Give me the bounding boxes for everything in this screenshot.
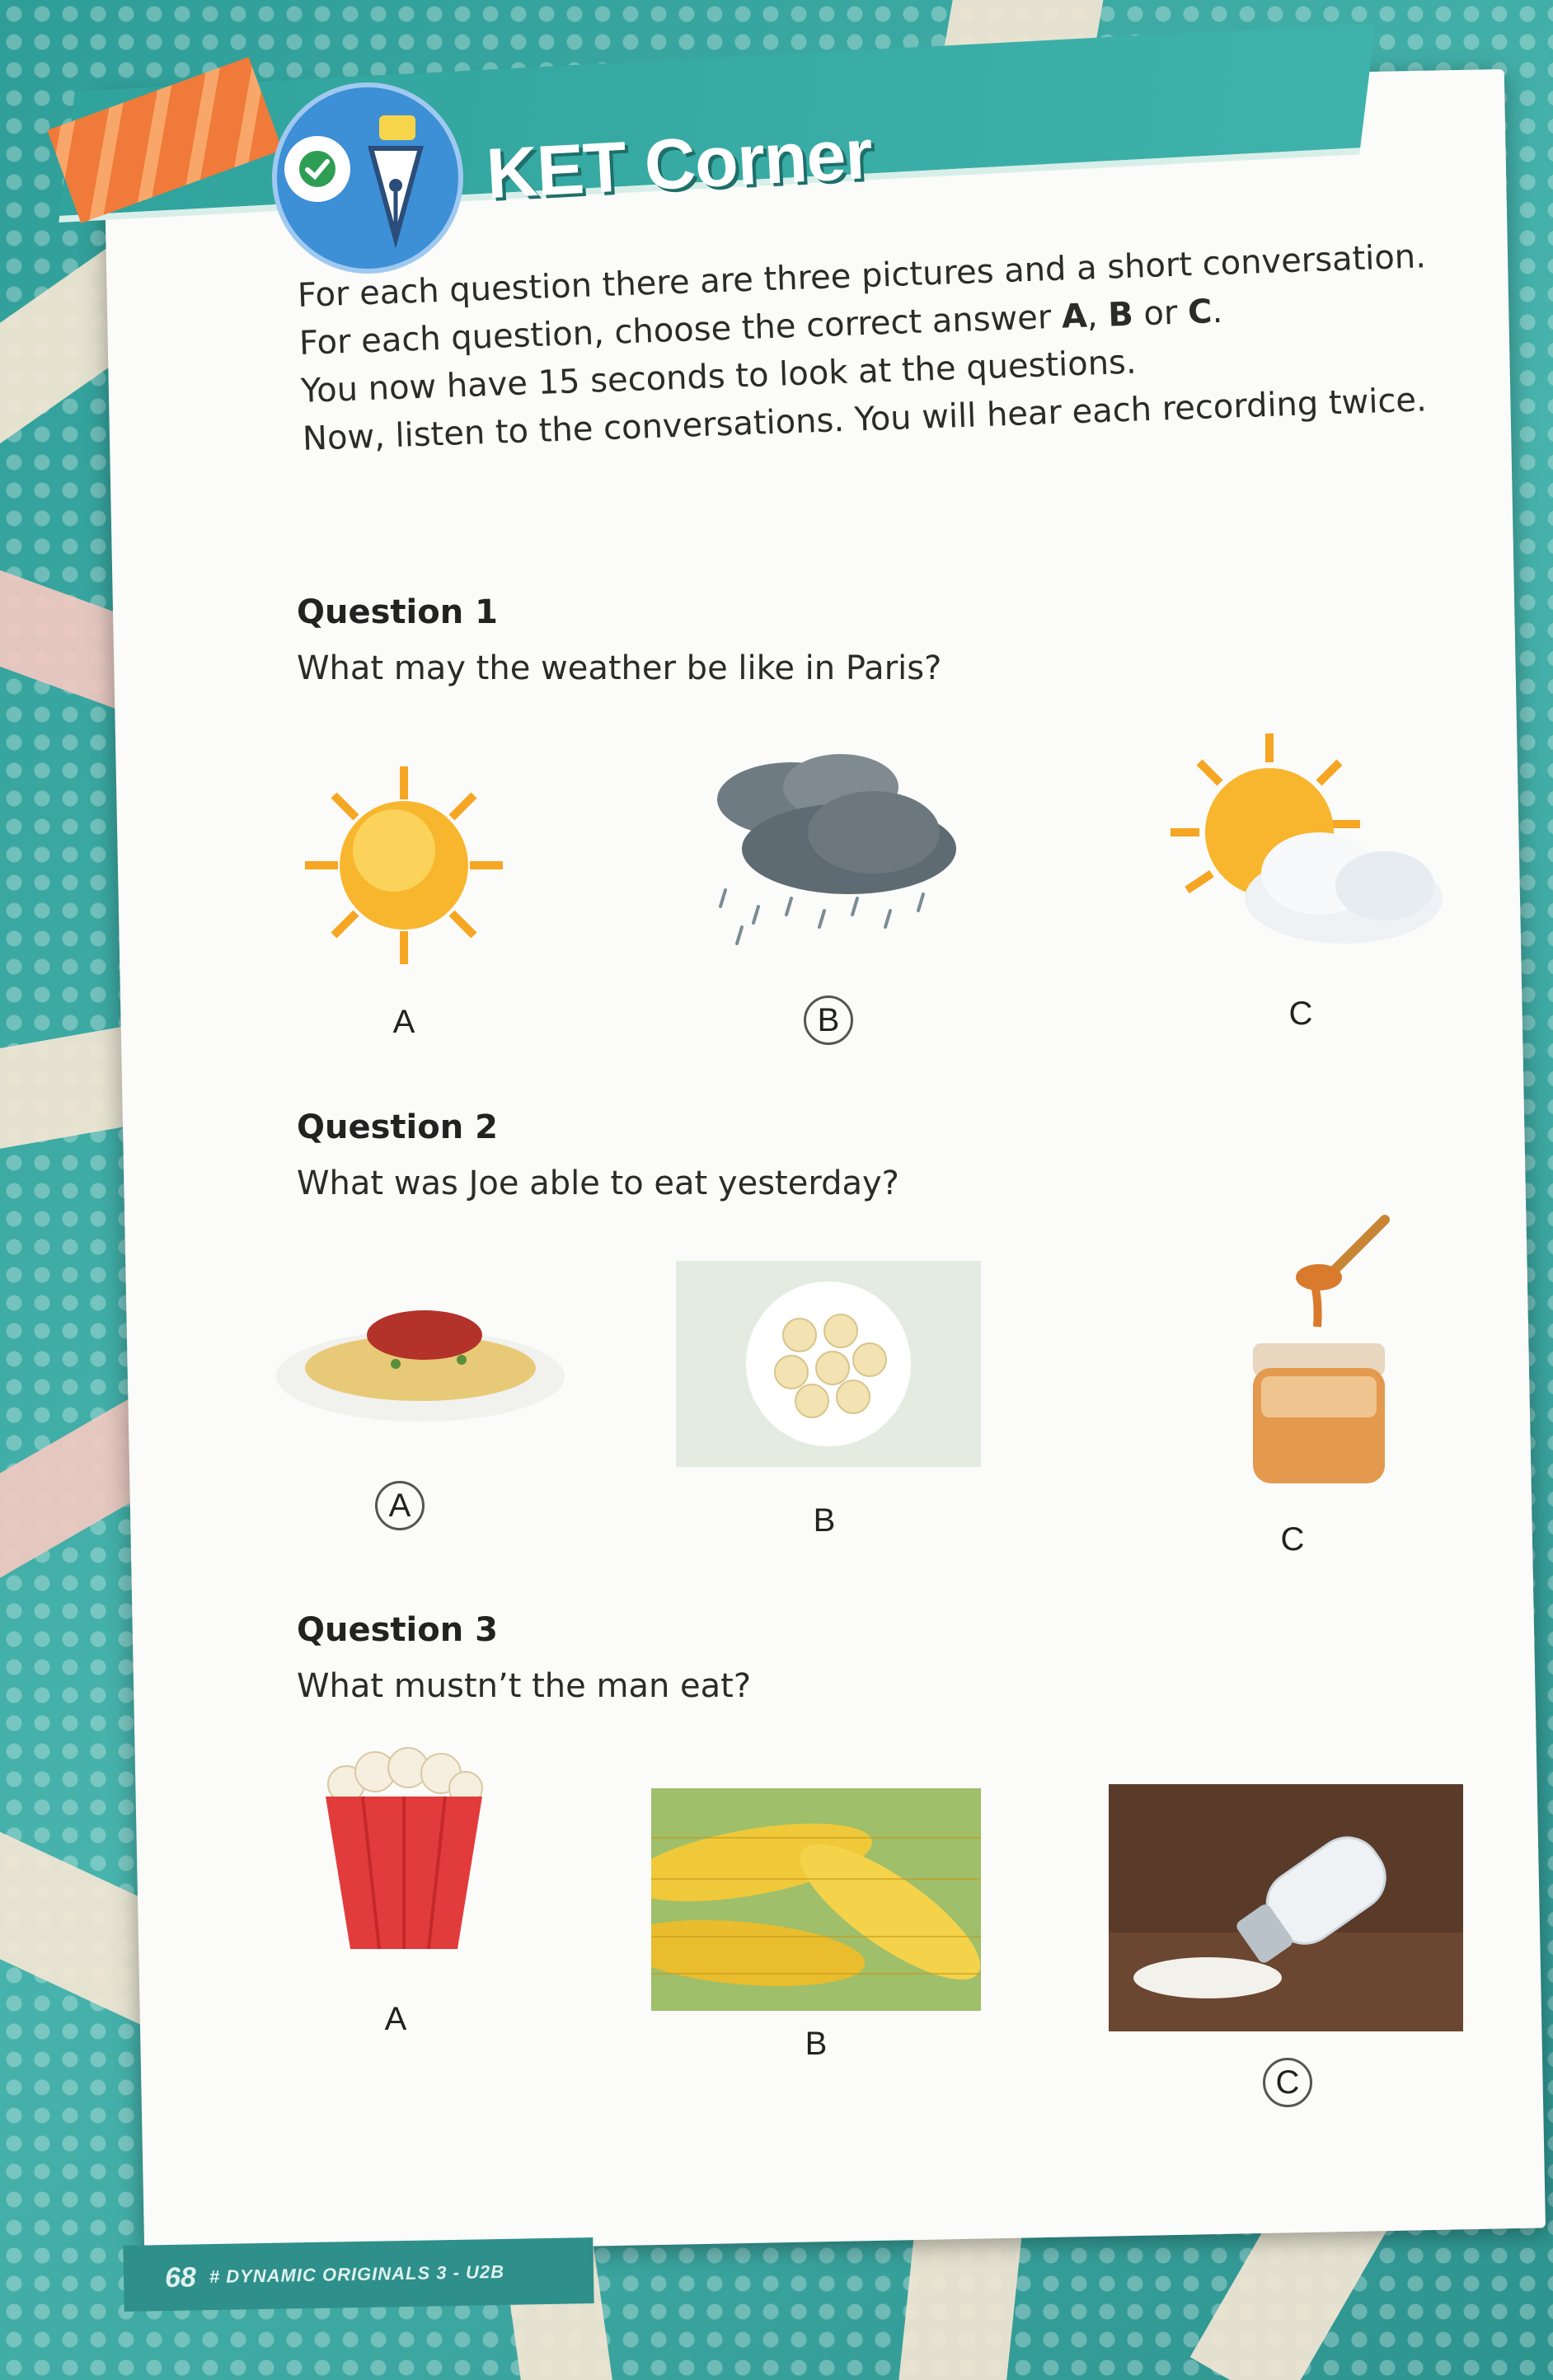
question-3: Question 3 What mustn’t the man eat? — [297, 1611, 1451, 1705]
honey-jar-icon — [1236, 1211, 1401, 1495]
question-text: What mustn’t the man eat? — [297, 1667, 752, 1705]
question-title: Question 3 — [297, 1611, 498, 1649]
question-2: Question 2 What was Joe able to eat yest… — [297, 1108, 1451, 1202]
salt-shaker-icon — [1109, 1784, 1463, 2035]
spaghetti-icon — [272, 1286, 569, 1429]
page-number: 68 — [164, 2261, 197, 2293]
option-label-circled[interactable]: B — [804, 996, 853, 1045]
question-title: Question 1 — [297, 593, 498, 631]
instruction-comma: , — [1086, 296, 1110, 335]
fountain-pen-icon — [346, 115, 445, 251]
question-text: What may the weather be like in Paris? — [297, 649, 942, 687]
instructions-block: For each question there are three pictur… — [297, 231, 1473, 462]
option-label-circled[interactable]: A — [375, 1481, 425, 1530]
option-label[interactable]: A — [371, 1994, 420, 2044]
option-label[interactable]: B — [791, 2019, 841, 2068]
instruction-option-a: A — [1061, 297, 1088, 336]
popcorn-icon — [313, 1747, 495, 1965]
page-footer: 68 # DYNAMIC ORIGINALS 3 - U2B — [123, 2237, 594, 2312]
instruction-or: or — [1132, 293, 1189, 334]
check-icon — [284, 136, 350, 202]
question-1: Question 1 What may the weather be like … — [297, 593, 1451, 687]
question-text: What was Joe able to eat yesterday? — [297, 1164, 899, 1202]
option-label-circled[interactable]: C — [1263, 2058, 1312, 2107]
instruction-option-c: C — [1187, 293, 1213, 332]
instruction-period: . — [1211, 292, 1223, 331]
background-ray — [898, 2219, 1023, 2380]
question-title: Question 2 — [297, 1108, 498, 1146]
rain-cloud-icon — [692, 742, 973, 959]
book-title: # DYNAMIC ORIGINALS 3 - U2B — [209, 2261, 505, 2288]
option-label[interactable]: C — [1268, 1515, 1317, 1564]
corn-icon — [618, 1788, 981, 2014]
sun-icon — [297, 758, 511, 976]
banana-slices-icon — [676, 1261, 981, 1470]
option-label[interactable]: C — [1276, 989, 1325, 1038]
option-label[interactable]: A — [379, 997, 429, 1047]
option-label[interactable]: B — [800, 1496, 849, 1545]
instruction-option-b: B — [1107, 295, 1134, 335]
sun-behind-cloud-icon — [1154, 725, 1451, 976]
